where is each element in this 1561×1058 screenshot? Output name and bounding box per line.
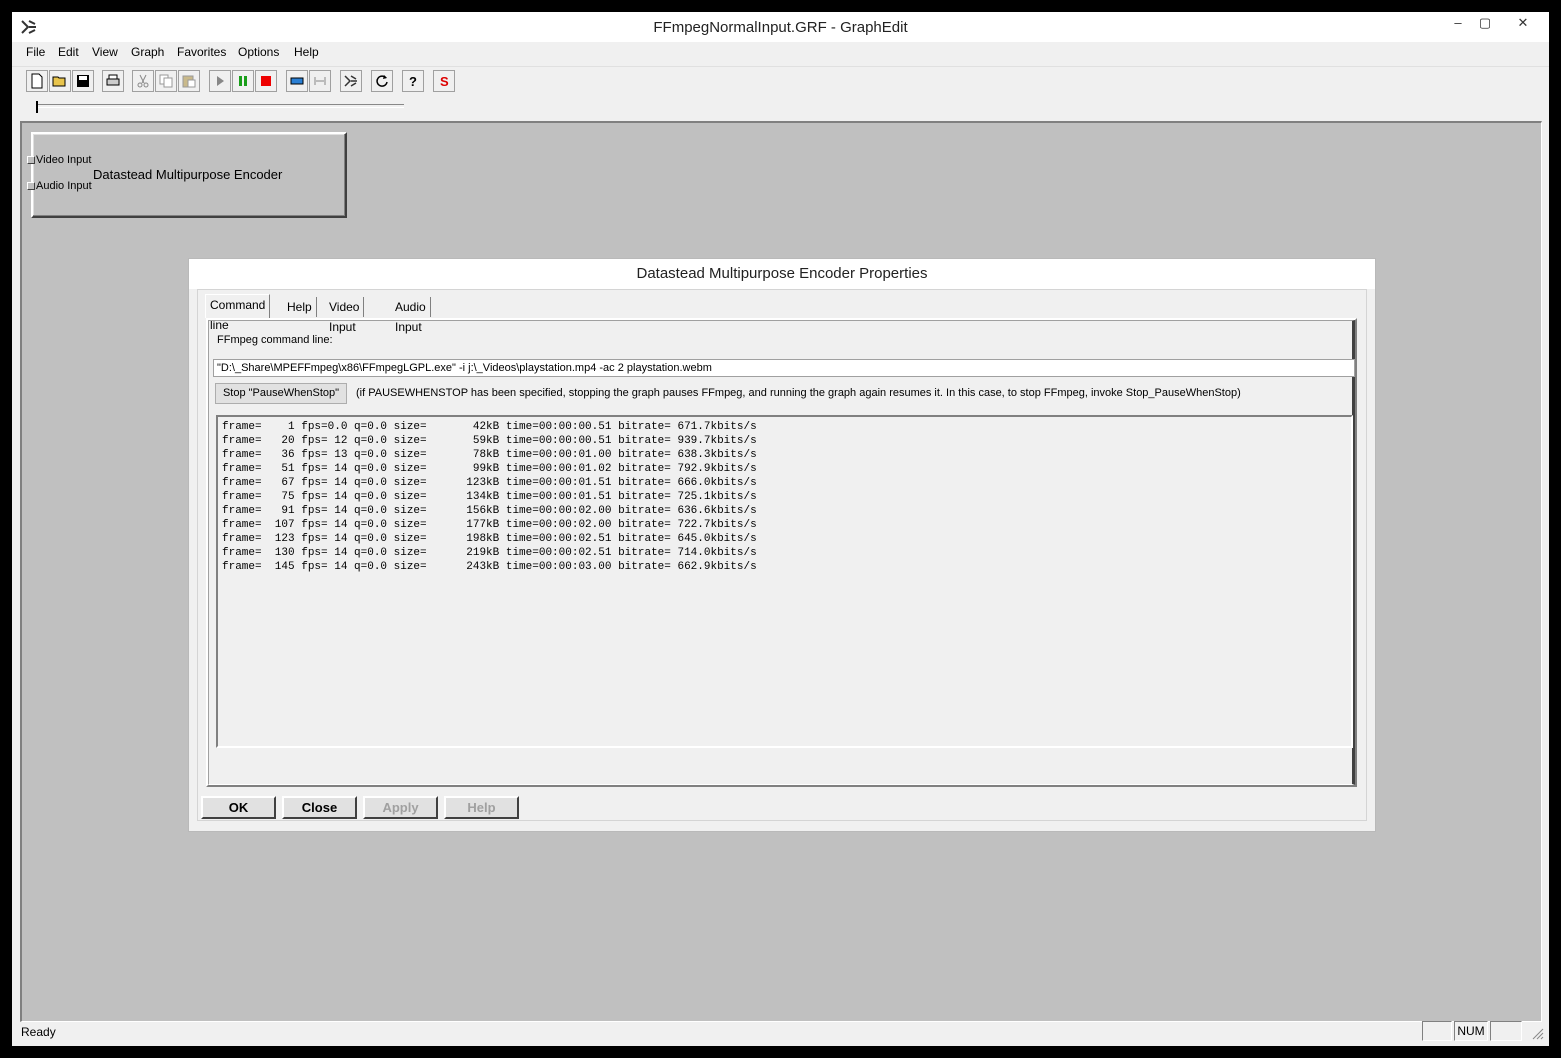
filter-name: Datastead Multipurpose Encoder: [93, 167, 283, 182]
seek-slider-thumb[interactable]: [36, 101, 38, 113]
help-icon[interactable]: ?: [402, 70, 424, 92]
tab-help[interactable]: Help: [283, 297, 317, 317]
log-line: frame= 36 fps= 13 q=0.0 size= 78kB time=…: [222, 449, 757, 461]
menu-view[interactable]: View: [92, 45, 118, 59]
menu-options[interactable]: Options: [238, 45, 279, 59]
command-line-inner: FFmpeg command line: "D:\_Share\MPEFFmpe…: [208, 320, 1355, 785]
menu-bar: File Edit View Graph Favorites Options H…: [12, 42, 1549, 64]
maximize-button[interactable]: ▢: [1469, 12, 1501, 36]
log-line: frame= 91 fps= 14 q=0.0 size= 156kB time…: [222, 505, 757, 517]
svg-text:S: S: [440, 74, 449, 89]
log-line: frame= 20 fps= 12 q=0.0 size= 59kB time=…: [222, 435, 757, 447]
menu-help[interactable]: Help: [294, 45, 319, 59]
stop-icon[interactable]: [255, 70, 277, 92]
log-line: frame= 145 fps= 14 q=0.0 size= 243kB tim…: [222, 561, 757, 573]
paste-icon[interactable]: [178, 70, 200, 92]
video-input-pin[interactable]: [27, 156, 35, 164]
menu-edit[interactable]: Edit: [58, 45, 79, 59]
ffmpeg-log-output[interactable]: frame= 1 fps=0.0 q=0.0 size= 42kB time=0…: [216, 415, 1353, 748]
toolbar: ? S: [12, 66, 1549, 95]
log-line: frame= 67 fps= 14 q=0.0 size= 123kB time…: [222, 477, 757, 489]
pin-label-video: Video Input: [36, 154, 92, 166]
log-line: frame= 130 fps= 14 q=0.0 size= 219kB tim…: [222, 547, 757, 559]
frame-step-icon[interactable]: [309, 70, 331, 92]
log-line: frame= 1 fps=0.0 q=0.0 size= 42kB time=0…: [222, 421, 757, 433]
log-line: frame= 51 fps= 14 q=0.0 size= 99kB time=…: [222, 463, 757, 475]
refresh-icon[interactable]: [371, 70, 393, 92]
dialog-title[interactable]: Datastead Multipurpose Encoder Propertie…: [189, 259, 1375, 289]
svg-text:?: ?: [409, 74, 417, 89]
command-line-input[interactable]: "D:\_Share\MPEFFmpeg\x86\FFmpegLGPL.exe"…: [213, 359, 1355, 377]
ok-button[interactable]: OK: [201, 796, 276, 819]
log-line: frame= 107 fps= 14 q=0.0 size= 177kB tim…: [222, 519, 757, 531]
status-pane-scroll: [1490, 1021, 1522, 1041]
seek-slider[interactable]: [12, 96, 1549, 122]
stop-note: (if PAUSEWHENSTOP has been specified, st…: [356, 387, 1241, 399]
s-icon[interactable]: S: [433, 70, 455, 92]
pin-label-audio: Audio Input: [36, 180, 92, 192]
tab-command-line[interactable]: Command line: [205, 294, 271, 332]
menu-graph[interactable]: Graph: [131, 45, 164, 59]
tab-audio-input[interactable]: Audio Input: [391, 297, 431, 334]
close-window-button[interactable]: ✕: [1507, 12, 1539, 36]
open-icon[interactable]: [49, 70, 71, 92]
command-line-panel: FFmpeg command line: "D:\_Share\MPEFFmpe…: [206, 318, 1357, 787]
log-line: frame= 123 fps= 14 q=0.0 size= 198kB tim…: [222, 533, 757, 545]
seek-slider-track[interactable]: [38, 104, 404, 108]
audio-input-pin[interactable]: [27, 182, 35, 190]
status-bar: Ready NUM: [12, 1020, 1549, 1046]
play-icon[interactable]: [209, 70, 231, 92]
cut-icon[interactable]: [132, 70, 154, 92]
log-lines: frame= 1 fps=0.0 q=0.0 size= 42kB time=0…: [219, 420, 757, 574]
cmd-label: FFmpeg command line:: [217, 334, 333, 346]
status-num: NUM: [1454, 1021, 1488, 1041]
window-title: FFmpegNormalInput.GRF - GraphEdit: [653, 19, 908, 36]
log-line: frame= 75 fps= 14 q=0.0 size= 134kB time…: [222, 491, 757, 503]
resize-grip-icon[interactable]: [1532, 1028, 1544, 1040]
help-button[interactable]: Help: [444, 796, 519, 819]
new-icon[interactable]: [26, 70, 48, 92]
apply-button[interactable]: Apply: [363, 796, 438, 819]
tab-video-input[interactable]: Video Input: [325, 297, 365, 334]
print-icon[interactable]: [102, 70, 124, 92]
close-button[interactable]: Close: [282, 796, 357, 819]
status-pane-blank: [1422, 1021, 1452, 1041]
title-bar[interactable]: FFmpegNormalInput.GRF - GraphEdit – ▢ ✕: [12, 12, 1549, 42]
graphedit-icon[interactable]: [340, 70, 362, 92]
menu-file[interactable]: File: [26, 45, 45, 59]
stop-pausewhenstop-button[interactable]: Stop "PauseWhenStop": [215, 383, 347, 404]
copy-icon[interactable]: [155, 70, 177, 92]
status-text: Ready: [21, 1025, 56, 1039]
save-icon[interactable]: [72, 70, 94, 92]
filter-box[interactable]: Video Input Audio Input Datastead Multip…: [27, 132, 347, 218]
menu-favorites[interactable]: Favorites: [177, 45, 226, 59]
pause-icon[interactable]: [232, 70, 254, 92]
seek-icon[interactable]: [286, 70, 308, 92]
